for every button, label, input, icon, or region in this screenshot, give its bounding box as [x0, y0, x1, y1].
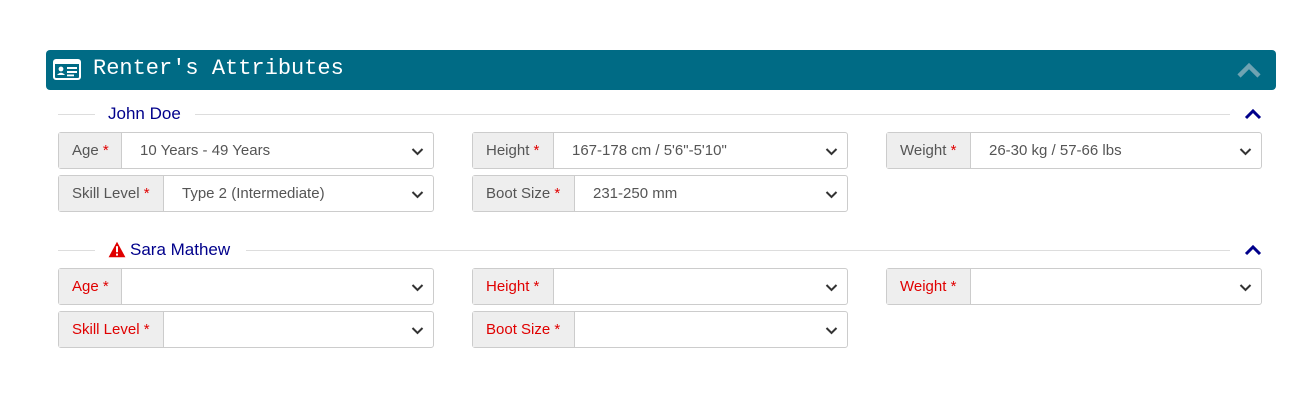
weight-select[interactable]: Weight * 26-30 kg / 57-66 lbs — [886, 132, 1262, 169]
skill-level-value — [164, 312, 433, 347]
height-select[interactable]: Height * 167-178 cm / 5'6"-5'10" — [472, 132, 848, 169]
age-value — [122, 269, 433, 304]
divider — [58, 114, 95, 115]
age-label: Age * — [59, 133, 122, 168]
weight-label: Weight * — [887, 133, 971, 168]
divider — [195, 114, 1230, 115]
chevron-down-icon — [1239, 148, 1252, 156]
renter-name: Sara Mathew — [130, 240, 231, 259]
height-value: 167-178 cm / 5'6"-5'10" — [554, 133, 847, 168]
boot-size-value: 231-250 mm — [575, 176, 847, 211]
height-select[interactable]: Height * — [472, 268, 848, 305]
weight-value — [971, 269, 1261, 304]
chevron-down-icon — [411, 191, 424, 199]
chevron-down-icon — [825, 148, 838, 156]
height-label: Height * — [473, 269, 554, 304]
boot-size-label: Boot Size * — [473, 312, 575, 347]
renter-header: John Doe — [58, 103, 1264, 127]
skill-level-label: Skill Level * — [59, 312, 164, 347]
chevron-down-icon — [825, 191, 838, 199]
chevron-up-icon[interactable] — [1244, 243, 1262, 257]
divider — [246, 250, 1230, 251]
chevron-down-icon — [411, 284, 424, 292]
skill-level-label: Skill Level * — [59, 176, 164, 211]
renter-section: Sara Mathew Age * Height * Weight * Skil… — [58, 239, 1264, 348]
height-value — [554, 269, 847, 304]
age-value: 10 Years - 49 Years — [122, 133, 433, 168]
id-card-icon — [53, 59, 81, 80]
chevron-down-icon — [1239, 284, 1252, 292]
warning-triangle-icon — [108, 241, 126, 258]
boot-size-label: Boot Size * — [473, 176, 575, 211]
boot-size-select[interactable]: Boot Size * — [472, 311, 848, 348]
weight-value: 26-30 kg / 57-66 lbs — [971, 133, 1261, 168]
chevron-up-icon[interactable] — [1244, 107, 1262, 121]
panel-header: Renter's Attributes — [46, 50, 1276, 90]
skill-level-value: Type 2 (Intermediate) — [164, 176, 433, 211]
renter-section: John Doe Age * 10 Years - 49 Years Heigh… — [58, 103, 1264, 212]
boot-size-value — [575, 312, 847, 347]
chevron-down-icon — [825, 327, 838, 335]
skill-level-select[interactable]: Skill Level * — [58, 311, 434, 348]
renter-header: Sara Mathew — [58, 239, 1264, 263]
panel-title: Renter's Attributes — [93, 56, 344, 81]
age-select[interactable]: Age * — [58, 268, 434, 305]
height-label: Height * — [473, 133, 554, 168]
chevron-down-icon — [411, 327, 424, 335]
chevron-down-icon — [825, 284, 838, 292]
renter-name: John Doe — [108, 104, 181, 123]
chevron-down-icon — [411, 148, 424, 156]
skill-level-select[interactable]: Skill Level * Type 2 (Intermediate) — [58, 175, 434, 212]
weight-label: Weight * — [887, 269, 971, 304]
age-select[interactable]: Age * 10 Years - 49 Years — [58, 132, 434, 169]
weight-select[interactable]: Weight * — [886, 268, 1262, 305]
divider — [58, 250, 95, 251]
age-label: Age * — [59, 269, 122, 304]
boot-size-select[interactable]: Boot Size * 231-250 mm — [472, 175, 848, 212]
chevron-up-icon[interactable] — [1236, 60, 1262, 80]
